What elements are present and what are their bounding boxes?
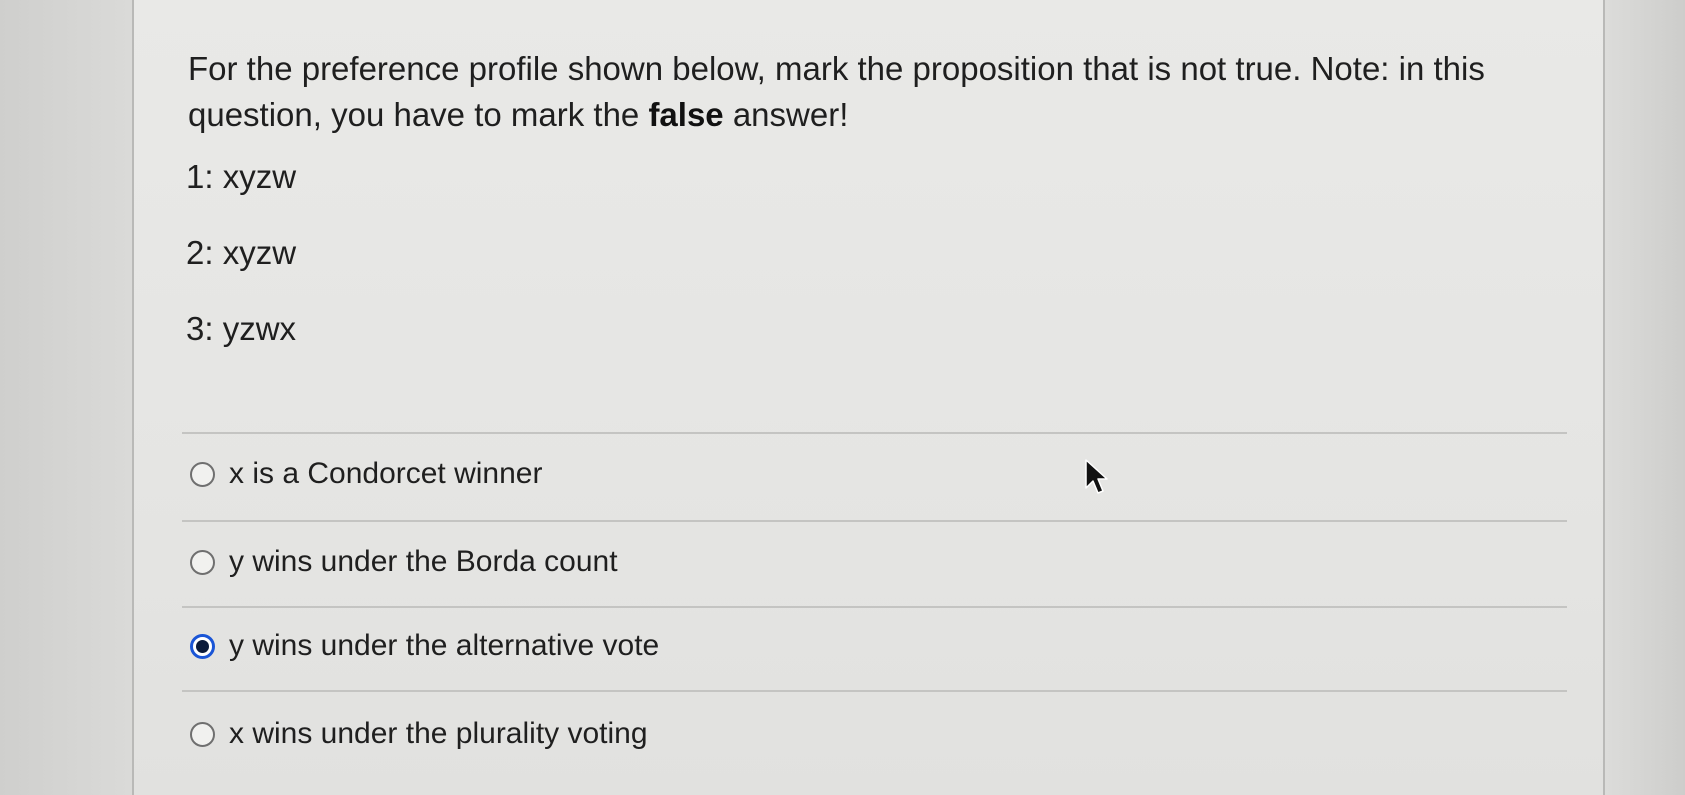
- profile-line-2: 2: xyzw: [186, 234, 297, 271]
- question-prompt: For the preference profile shown below, …: [188, 46, 1568, 138]
- answer-option-alternative-vote[interactable]: y wins under the alternative vote: [190, 624, 659, 668]
- radio-button-unselected[interactable]: [190, 721, 215, 747]
- answer-option-label: y wins under the alternative vote: [229, 629, 660, 662]
- answer-divider: [182, 520, 1567, 522]
- answer-divider: [182, 690, 1567, 692]
- question-card: For the preference profile shown below, …: [132, 0, 1605, 795]
- page-margin-right: [1605, 0, 1685, 795]
- question-prompt-emphasis: false: [648, 96, 724, 133]
- answer-option-label: x wins under the plurality voting: [229, 717, 648, 750]
- radio-button-unselected[interactable]: [190, 549, 215, 575]
- answer-option-condorcet[interactable]: x is a Condorcet winner: [190, 452, 542, 496]
- answer-divider: [182, 432, 1567, 434]
- radio-button-unselected[interactable]: [190, 461, 215, 487]
- answer-divider: [182, 606, 1567, 608]
- profile-line-3: 3: yzwx: [186, 310, 297, 347]
- question-prompt-end: answer!: [723, 96, 849, 133]
- mouse-pointer-icon: [1085, 459, 1108, 494]
- radio-button-selected[interactable]: [190, 633, 215, 659]
- answer-option-plurality[interactable]: x wins under the plurality voting: [190, 712, 648, 756]
- page-margin-left: [0, 0, 132, 795]
- profile-line-1: 1: xyzw: [186, 158, 297, 195]
- answer-option-borda[interactable]: y wins under the Borda count: [190, 540, 618, 584]
- answer-option-label: y wins under the Borda count: [229, 545, 618, 578]
- answer-option-label: x is a Condorcet winner: [229, 457, 543, 490]
